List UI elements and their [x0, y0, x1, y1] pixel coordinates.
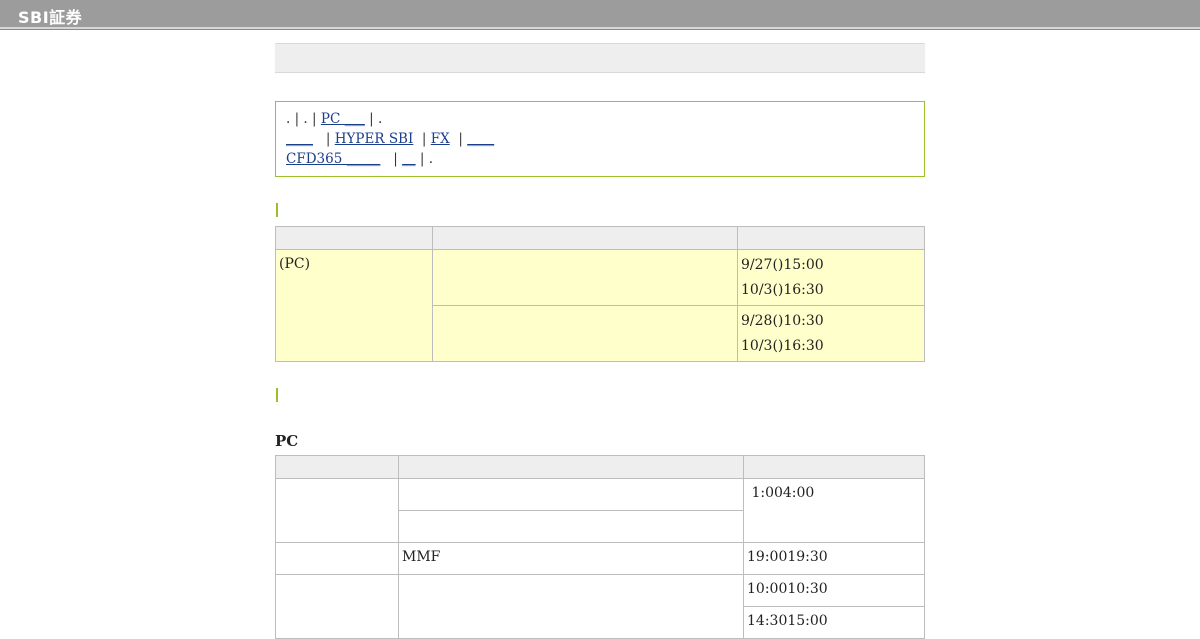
sbi-logo[interactable]: SBI証券: [18, 4, 82, 28]
notice-line-1-suffix: | .: [369, 111, 383, 127]
table-row: MMF 19:0019:30: [275, 542, 925, 575]
time-start: 9/28()10:30: [741, 313, 824, 329]
section-marker-2: [276, 388, 278, 402]
table-cell: [275, 542, 399, 575]
notice-link-4[interactable]: ____: [467, 131, 494, 147]
table-cell: MMF: [398, 542, 744, 575]
hyper-sbi-link[interactable]: HYPER SBI: [335, 131, 414, 147]
time-cell: 9/28()10:30 10/3()16:30: [737, 305, 925, 362]
title-band: [275, 43, 925, 73]
notice-link-6[interactable]: __: [402, 151, 416, 167]
time-cell: 19:0019:30: [743, 542, 925, 575]
notice-link-1[interactable]: ____: [286, 131, 313, 147]
time-end: 10/3()16:30: [741, 282, 824, 298]
time-cell: 1:004:00: [743, 478, 925, 543]
category-cell: (PC): [275, 249, 433, 362]
notice-line-2: ____ | HYPER SBI | FX | ____: [286, 129, 914, 149]
time-cell: 14:3015:00: [743, 606, 925, 639]
table-header-cell: [275, 226, 433, 250]
table-cell: [275, 574, 399, 639]
main-content: . | . | PC ___ | . ____ | HYPER SBI | FX…: [275, 43, 925, 639]
table-header-cell: [432, 226, 738, 250]
table-header-cell: [398, 455, 744, 479]
separator: |: [417, 131, 427, 147]
table-cell: [398, 574, 744, 639]
table-header-row: [275, 226, 925, 250]
section-marker-1: [276, 203, 278, 217]
schedule-table-2: 1:004:00 MMF 19:0019:30 10:0010:30 14:30…: [275, 455, 925, 639]
notice-line-3: CFD365 _____ | __ | .: [286, 149, 914, 169]
separator: |: [317, 131, 331, 147]
time-end: 10/3()16:30: [741, 338, 824, 354]
sub-cell: [432, 305, 738, 362]
table-cell: [398, 510, 744, 543]
table-cell: [398, 478, 744, 511]
table-cell: [275, 478, 399, 543]
sub-cell: [432, 249, 738, 306]
table-header-row: [275, 455, 925, 479]
section-title-pc: PC: [275, 432, 299, 450]
table-row: 10:0010:30: [275, 574, 925, 639]
notice-line-1-prefix: . | . |: [286, 111, 317, 127]
table-row: 1:004:00: [275, 478, 925, 543]
fx-link[interactable]: FX: [431, 131, 450, 147]
top-bar-divider: [0, 29, 1200, 30]
separator: |: [454, 131, 463, 147]
table-header-cell: [275, 455, 399, 479]
top-bar: SBI証券: [0, 0, 1200, 29]
notice-box: . | . | PC ___ | . ____ | HYPER SBI | FX…: [275, 101, 925, 177]
time-cell: 9/27()15:00 10/3()16:30: [737, 249, 925, 306]
separator: |: [384, 151, 398, 167]
schedule-table-1: (PC) 9/27()15:00 10/3()16:30 9/28()10:30…: [275, 226, 925, 362]
table-row: (PC) 9/27()15:00 10/3()16:30: [275, 249, 925, 362]
cfd365-link[interactable]: CFD365 _____: [286, 151, 380, 167]
pc-link[interactable]: PC ___: [321, 111, 365, 127]
time-start: 9/27()15:00: [741, 257, 824, 273]
table-header-cell: [743, 455, 925, 479]
time-cell: 10:0010:30: [743, 574, 925, 607]
notice-line-1: . | . | PC ___ | .: [286, 109, 914, 129]
table-header-cell: [737, 226, 925, 250]
notice-line-3-suffix: | .: [419, 151, 434, 167]
